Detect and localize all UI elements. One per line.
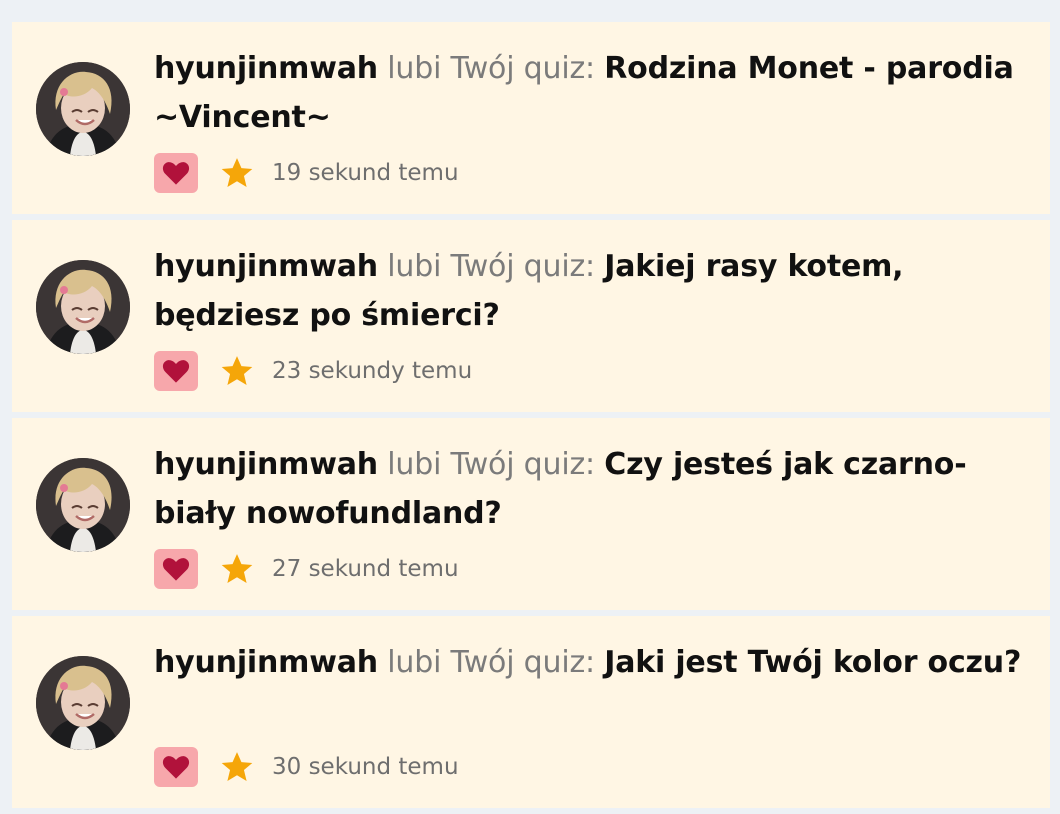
action-text: lubi Twój quiz: [387, 645, 595, 680]
username-link[interactable]: hyunjinmwah [154, 645, 378, 680]
action-text: lubi Twój quiz: [387, 447, 595, 482]
avatar-image [36, 656, 130, 750]
action-text: lubi Twój quiz: [387, 51, 595, 86]
quiz-title-link[interactable]: Jaki jest Twój kolor oczu? [604, 645, 1021, 680]
star-icon[interactable] [218, 748, 256, 786]
notification-card[interactable]: hyunjinmwah lubi Twój quiz: Rodzina Mone… [12, 22, 1050, 214]
star-icon[interactable] [218, 154, 256, 192]
notification-text: hyunjinmwah lubi Twój quiz: Jakiej rasy … [154, 242, 1040, 340]
timestamp: 30 sekund temu [272, 754, 459, 780]
like-button[interactable] [154, 549, 198, 589]
avatar[interactable] [36, 260, 130, 354]
like-button[interactable] [154, 153, 198, 193]
avatar[interactable] [36, 656, 130, 750]
username-link[interactable]: hyunjinmwah [154, 249, 378, 284]
notification-meta: 30 sekund temu [154, 747, 459, 787]
notification-card[interactable]: hyunjinmwah lubi Twój quiz: Czy jesteś j… [12, 418, 1050, 610]
notification-text: hyunjinmwah lubi Twój quiz: Czy jesteś j… [154, 440, 1040, 538]
notification-text: hyunjinmwah lubi Twój quiz: Jaki jest Tw… [154, 638, 1040, 687]
timestamp: 23 sekundy temu [272, 358, 473, 384]
notification-feed: hyunjinmwah lubi Twój quiz: Rodzina Mone… [12, 22, 1050, 814]
heart-icon [162, 558, 190, 581]
timestamp: 19 sekund temu [272, 160, 459, 186]
notification-meta: 27 sekund temu [154, 549, 459, 589]
notification-text: hyunjinmwah lubi Twój quiz: Rodzina Mone… [154, 44, 1040, 142]
action-text: lubi Twój quiz: [387, 249, 595, 284]
notification-card[interactable]: hyunjinmwah lubi Twój quiz: Jaki jest Tw… [12, 616, 1050, 808]
like-button[interactable] [154, 747, 198, 787]
notification-meta: 23 sekundy temu [154, 351, 472, 391]
username-link[interactable]: hyunjinmwah [154, 51, 378, 86]
avatar[interactable] [36, 62, 130, 156]
heart-icon [162, 360, 190, 383]
star-icon[interactable] [218, 352, 256, 390]
avatar-image [36, 260, 130, 354]
timestamp: 27 sekund temu [272, 556, 459, 582]
notification-card[interactable]: hyunjinmwah lubi Twój quiz: Jakiej rasy … [12, 220, 1050, 412]
like-button[interactable] [154, 351, 198, 391]
avatar[interactable] [36, 458, 130, 552]
avatar-image [36, 458, 130, 552]
star-icon[interactable] [218, 550, 256, 588]
notification-meta: 19 sekund temu [154, 153, 459, 193]
username-link[interactable]: hyunjinmwah [154, 447, 378, 482]
avatar-image [36, 62, 130, 156]
heart-icon [162, 162, 190, 185]
heart-icon [162, 756, 190, 779]
